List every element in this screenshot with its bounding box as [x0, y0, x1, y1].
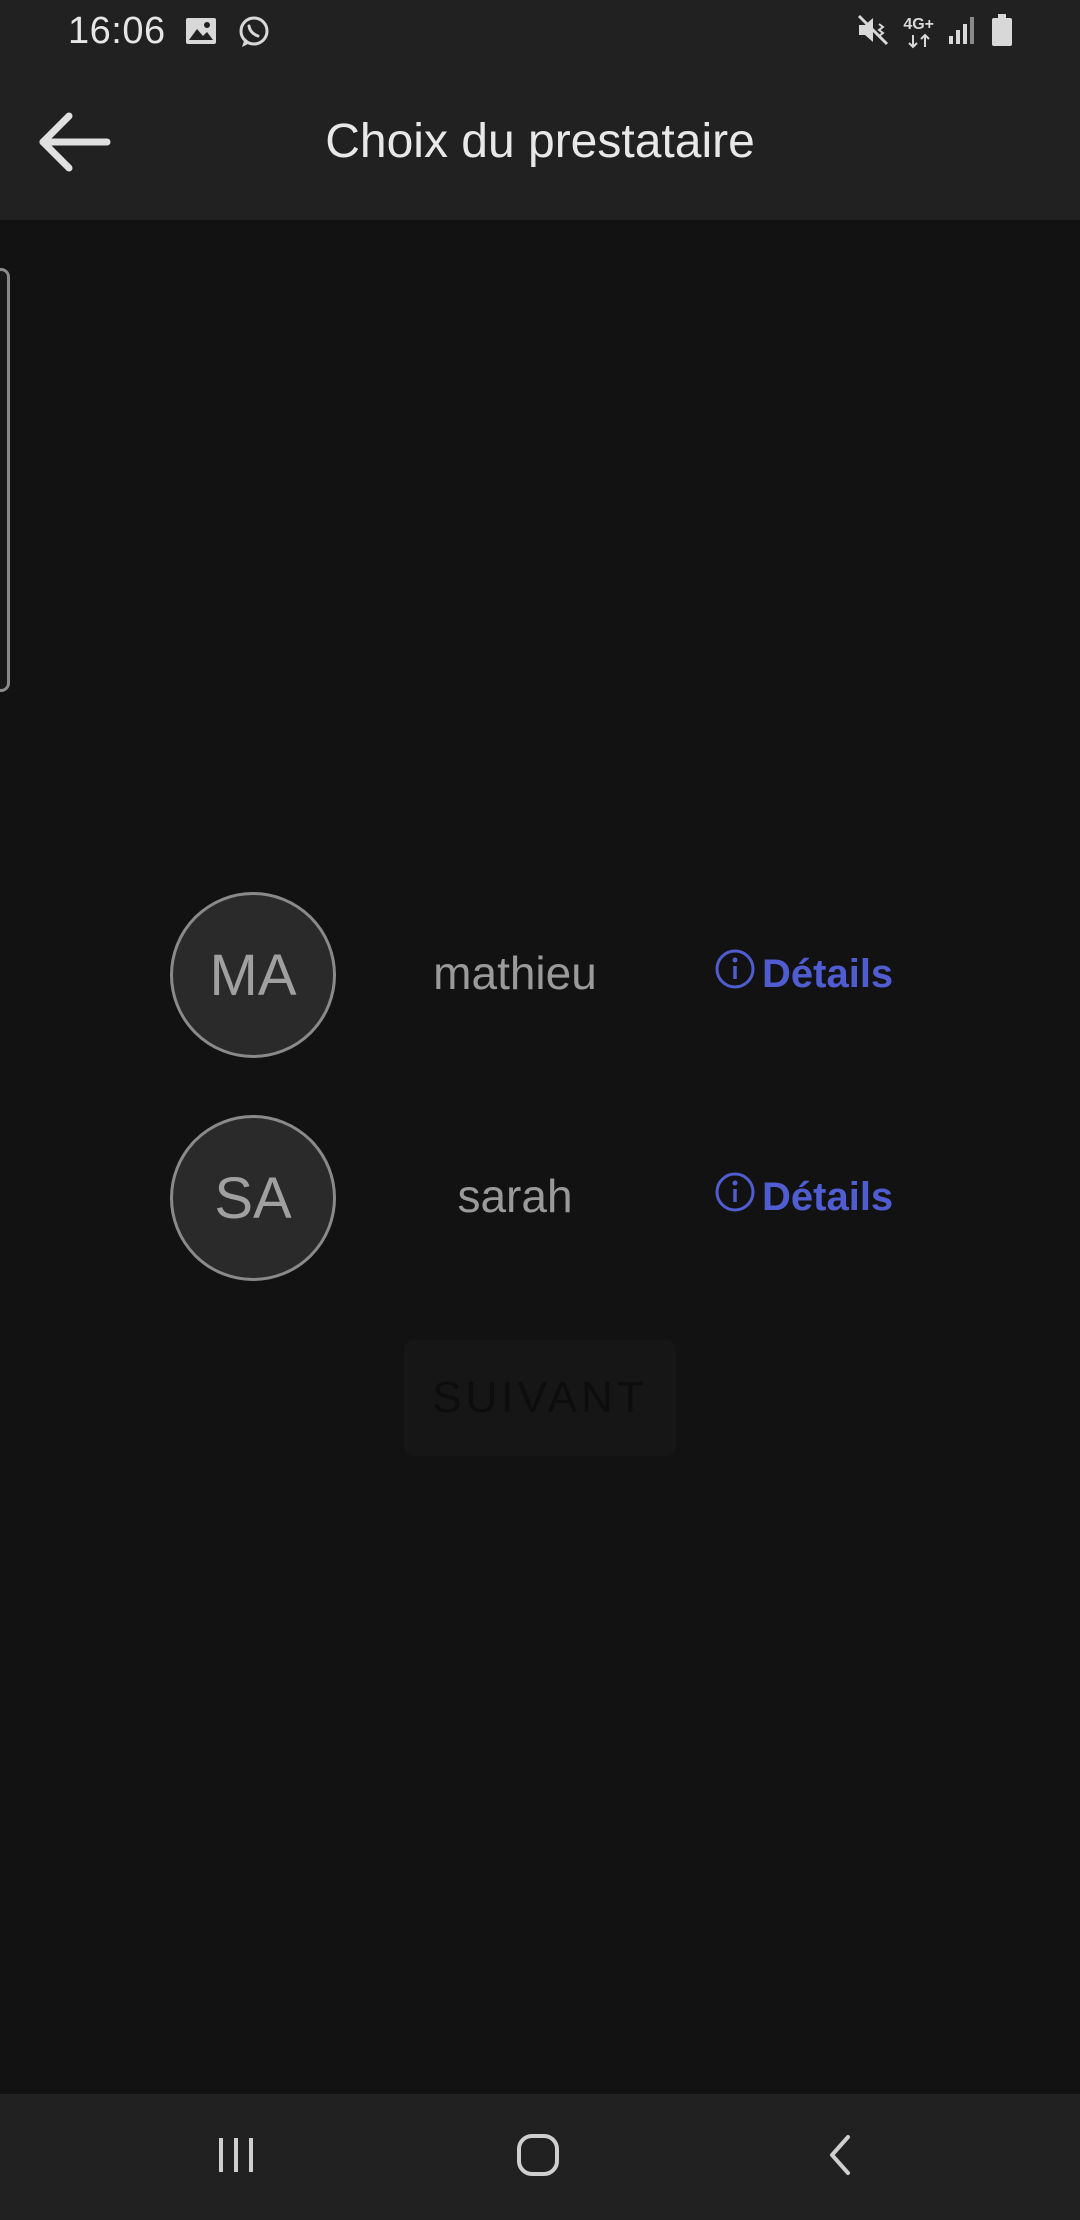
system-back-button[interactable]	[800, 2122, 880, 2192]
back-icon	[820, 2131, 860, 2184]
info-icon	[714, 948, 756, 1000]
status-bar: 16:06 4G+	[0, 0, 1080, 64]
details-link[interactable]: Détails	[714, 948, 893, 1000]
page-title: Choix du prestataire	[325, 115, 755, 168]
drawer-handle[interactable]	[0, 268, 10, 692]
avatar: SA	[170, 1115, 336, 1281]
provider-row-sarah[interactable]: SA sarah Détails	[0, 1115, 1080, 1285]
details-link[interactable]: Détails	[714, 1171, 893, 1223]
next-button[interactable]: SUIVANT	[404, 1340, 676, 1456]
recent-apps-icon	[213, 2134, 259, 2181]
details-label: Détails	[762, 951, 894, 996]
signal-icon	[946, 14, 978, 51]
network-4g-icon: 4G+	[903, 16, 934, 49]
battery-icon	[990, 13, 1014, 52]
details-label: Détails	[762, 1174, 894, 1219]
status-time: 16:06	[68, 10, 166, 52]
info-icon	[714, 1171, 756, 1223]
provider-name: sarah	[457, 1170, 573, 1222]
provider-name: mathieu	[433, 947, 597, 999]
gallery-icon	[184, 14, 218, 55]
whatsapp-icon	[236, 14, 272, 55]
navigation-bar	[0, 2094, 1080, 2220]
app-bar: Choix du prestataire	[0, 64, 1080, 220]
recent-apps-button[interactable]	[196, 2122, 276, 2192]
home-icon	[514, 2131, 562, 2184]
avatar: MA	[170, 892, 336, 1058]
provider-row-mathieu[interactable]: MA mathieu Détails	[0, 892, 1080, 1062]
mute-icon	[855, 12, 891, 53]
home-button[interactable]	[498, 2122, 578, 2192]
